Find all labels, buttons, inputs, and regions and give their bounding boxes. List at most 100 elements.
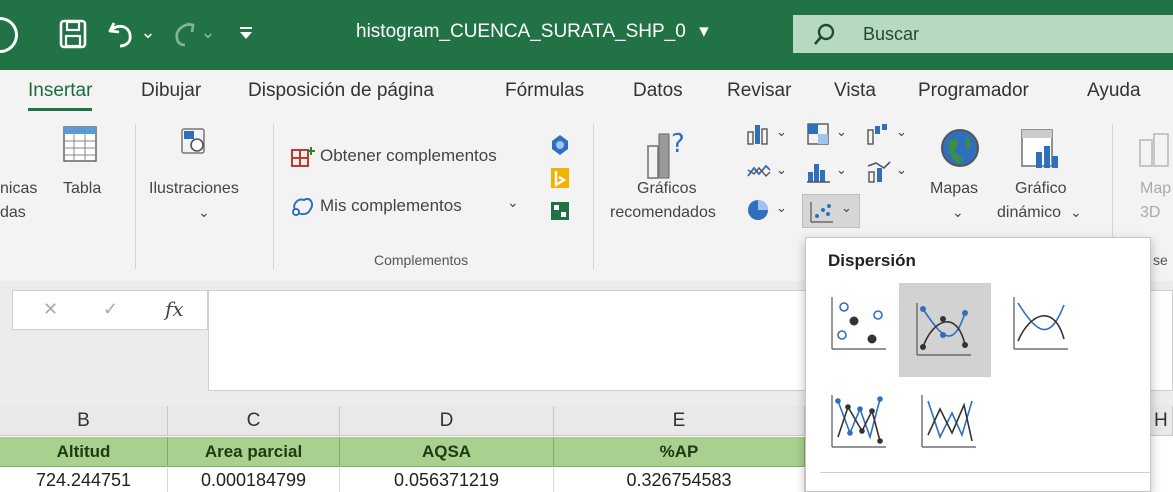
undo-icon[interactable] [105, 18, 139, 50]
cell-percent-ap-value[interactable]: 0.326754583 [554, 468, 805, 492]
cancel-icon[interactable]: ✕ [43, 299, 58, 320]
undo-dropdown-caret[interactable]: ⌄ [140, 20, 156, 44]
enter-icon[interactable]: ✓ [103, 299, 118, 320]
statistic-chart-caret-icon[interactable]: ⌄ [836, 162, 847, 178]
svg-text:?: ? [671, 129, 685, 159]
search-placeholder: Buscar [863, 24, 920, 44]
tab-programador[interactable]: Programador [918, 80, 1029, 102]
scatter-smooth-lines-option[interactable] [1002, 285, 1080, 361]
my-addins-caret-icon[interactable]: ⌄ [507, 194, 519, 211]
tab-revisar[interactable]: Revisar [727, 80, 791, 102]
hierarchy-chart-icon[interactable] [806, 122, 832, 146]
document-title[interactable]: histogram_CUENCA_SURATA_SHP_0 ▾ [356, 20, 709, 43]
recommended-charts-label-line1[interactable]: Gráficos [637, 180, 697, 198]
bing-maps-icon[interactable] [551, 168, 569, 188]
pivot-chart-caret-icon[interactable]: ⌄ [1070, 204, 1082, 221]
visio-addin-icon[interactable] [550, 134, 570, 156]
maps-caret-icon[interactable]: ⌄ [952, 204, 964, 221]
scatter-chart-button[interactable]: ⌄ [802, 194, 860, 228]
statistic-chart-icon[interactable] [806, 160, 832, 184]
pivot-chart-icon[interactable] [1018, 126, 1062, 172]
dropdown-divider [820, 472, 1150, 473]
3d-map-label-line2[interactable]: 3D [1140, 204, 1160, 222]
3d-map-icon[interactable] [1136, 130, 1173, 170]
maps-icon[interactable] [938, 126, 982, 172]
cell-header-area-parcial[interactable]: Area parcial [168, 437, 340, 467]
line-chart-icon[interactable] [746, 160, 772, 184]
recommended-charts-icon[interactable]: ? [645, 126, 689, 180]
tab-dibujar[interactable]: Dibujar [141, 80, 201, 102]
scatter-chart-icon [810, 202, 833, 223]
scatter-smooth-lines-markers-option[interactable] [899, 283, 991, 377]
column-header-d[interactable]: D [340, 406, 554, 436]
3d-map-label-line1[interactable]: Map [1140, 180, 1171, 198]
search-box[interactable]: Buscar [793, 15, 1173, 53]
column-header-c[interactable]: C [168, 406, 340, 436]
table-label[interactable]: Tabla [63, 180, 101, 198]
scatter-dropdown-panel: Dispersión [805, 237, 1151, 492]
tab-ayuda[interactable]: Ayuda [1087, 80, 1141, 102]
scatter-dropdown-title: Dispersión [828, 251, 916, 270]
cell-altitud-value[interactable]: 724.244751 [0, 468, 168, 492]
save-icon[interactable] [58, 18, 88, 50]
column-header-b[interactable]: B [0, 406, 168, 436]
tab-formulas[interactable]: Fórmulas [505, 80, 584, 102]
pie-chart-icon[interactable] [746, 198, 772, 222]
cell-header-altitud[interactable]: Altitud [0, 437, 168, 467]
group-separator [593, 124, 594, 269]
pie-chart-caret-icon[interactable]: ⌄ [776, 200, 787, 216]
pivot-chart-label-line1[interactable]: Gráfico [1015, 180, 1067, 198]
formula-bar-controls: ✕ ✓ fx [12, 290, 208, 330]
recommended-charts-label-line2[interactable]: recomendados [610, 204, 716, 222]
scatter-chart-caret-icon: ⌄ [841, 200, 852, 215]
scatter-straight-lines-option[interactable] [910, 383, 988, 459]
scatter-markers-option[interactable] [820, 285, 898, 361]
tab-vista[interactable]: Vista [834, 80, 876, 102]
column-header-e[interactable]: E [554, 406, 805, 436]
maps-label[interactable]: Mapas [930, 180, 978, 198]
get-addins-label[interactable]: Obtener complementos [320, 146, 497, 166]
line-chart-caret-icon[interactable]: ⌄ [776, 162, 787, 178]
illustrations-caret-icon[interactable]: ⌄ [198, 204, 210, 221]
combo-chart-icon[interactable] [866, 160, 892, 184]
tab-datos[interactable]: Datos [633, 80, 683, 102]
scatter-straight-lines-icon [921, 395, 976, 448]
tab-insertar[interactable]: Insertar [28, 80, 93, 111]
cell-aqsa-value[interactable]: 0.056371219 [340, 468, 554, 492]
people-graph-icon[interactable] [551, 202, 569, 220]
redo-icon[interactable] [170, 20, 198, 48]
column-header-h[interactable]: H [1150, 406, 1173, 436]
title-bar: ⌄ ⌄ histogram_CUENCA_SURATA_SHP_0 ▾ Busc… [0, 0, 1173, 70]
get-addins-icon[interactable] [290, 146, 316, 170]
scatter-smooth-lines-icon [1013, 297, 1068, 350]
scatter-straight-lines-markers-icon [831, 395, 886, 448]
my-addins-icon[interactable] [290, 194, 316, 218]
my-addins-label[interactable]: Mis complementos [320, 196, 462, 216]
redo-dropdown-caret[interactable]: ⌄ [200, 20, 216, 44]
pivot-table-partial-label-line2[interactable]: das [0, 204, 26, 222]
combo-chart-caret-icon[interactable]: ⌄ [896, 162, 907, 178]
cell-header-aqsa[interactable]: AQSA [340, 437, 554, 467]
illustrations-icon[interactable] [180, 126, 210, 158]
waterfall-chart-caret-icon[interactable]: ⌄ [896, 124, 907, 140]
pivot-table-partial-label-line1[interactable]: nicas [0, 180, 37, 198]
scatter-markers-icon [831, 297, 886, 350]
column-chart-caret-icon[interactable]: ⌄ [776, 124, 787, 140]
pivot-chart-label-line2[interactable]: dinámico [997, 204, 1061, 222]
cell-area-parcial-value[interactable]: 0.000184799 [168, 468, 340, 492]
table-icon[interactable] [63, 126, 97, 162]
hierarchy-chart-caret-icon[interactable]: ⌄ [836, 124, 847, 140]
ribbon-tabs: Insertar Dibujar Disposición de página F… [0, 70, 1173, 116]
customize-toolbar-icon[interactable] [236, 22, 256, 44]
column-chart-icon[interactable] [746, 122, 772, 146]
autosave-toggle[interactable] [0, 17, 18, 53]
document-title-text: histogram_CUENCA_SURATA_SHP_0 [356, 21, 686, 42]
scatter-straight-lines-markers-option[interactable] [820, 383, 898, 459]
tours-group-label-partial: se [1153, 252, 1168, 268]
insert-function-icon[interactable]: fx [165, 297, 184, 321]
waterfall-chart-icon[interactable] [866, 122, 892, 146]
tab-disposicion-pagina[interactable]: Disposición de página [248, 80, 434, 102]
cell-header-percent-ap[interactable]: %AP [554, 437, 805, 467]
illustrations-label[interactable]: Ilustraciones [149, 180, 239, 198]
addins-group-label: Complementos [374, 252, 469, 268]
